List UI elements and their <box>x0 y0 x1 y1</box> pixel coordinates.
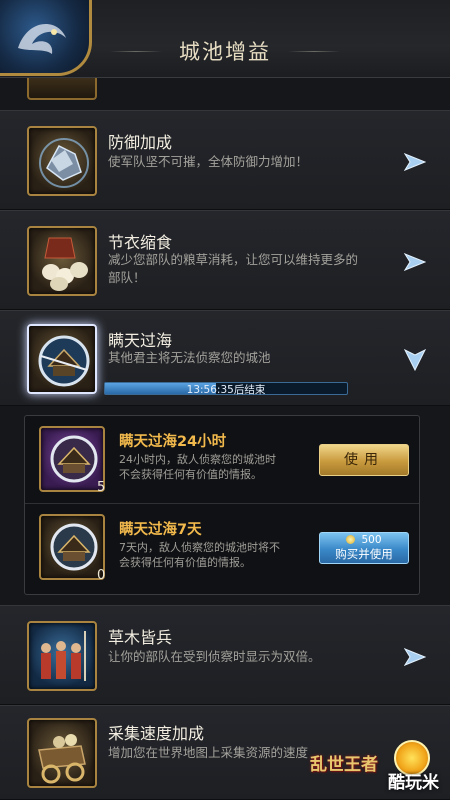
buff-title: 瞒天过海 <box>108 331 173 350</box>
watermark-logos: 乱世王者 酷玩米 <box>310 740 450 800</box>
buff-description: 使军队坚不可摧，全体防御力增加！ <box>108 154 309 169</box>
partial-icon-frame <box>27 78 97 100</box>
buff-description: 增加您在世界地图上采集资源的速度 <box>108 745 309 760</box>
item-count: 0 <box>97 568 106 583</box>
header-bar: 城池增益 <box>0 0 450 78</box>
food-icon <box>27 226 97 296</box>
buff-description: 让你的部队在受到侦察时显示为双倍。 <box>108 649 321 664</box>
site-logo: 酷玩米 <box>388 773 439 793</box>
timer-text: 13:56:35后结束 <box>186 384 266 396</box>
cart-icon <box>27 718 97 788</box>
item-count: 5 <box>97 480 106 495</box>
buff-title: 防御加成 <box>108 133 173 152</box>
shield-icon <box>27 126 97 196</box>
use-button[interactable]: 使用 <box>319 444 409 476</box>
item-description: 24小时内，敌人侦察您的城池时 不会获得任何有价值的情报。 <box>119 453 276 481</box>
buff-row-food[interactable]: 节衣缩食 减少您部队的粮草消耗，让您可以维持更多的 部队！ <box>0 210 450 310</box>
expand-arrow-icon[interactable] <box>404 153 426 171</box>
buff-description: 减少您部队的粮草消耗，让您可以维持更多的 部队！ <box>108 252 359 285</box>
expand-arrow-icon[interactable] <box>404 253 426 271</box>
price-label: 500 <box>320 534 408 547</box>
game-logo: 乱世王者 <box>310 755 378 775</box>
page-title: 城池增益 <box>179 40 271 64</box>
buff-title: 草木皆兵 <box>108 628 173 647</box>
buff-title: 节衣缩食 <box>108 233 173 252</box>
item-row-24h: 5 瞒天过海24小时 24小时内，敌人侦察您的城池时 不会获得任何有价值的情报。… <box>25 416 419 504</box>
buff-description: 其他君主将无法侦察您的城池 <box>108 350 271 365</box>
hidden-city-icon <box>27 324 97 394</box>
buff-title: 采集速度加成 <box>108 724 205 743</box>
item-panel: 5 瞒天过海24小时 24小时内，敌人侦察您的城池时 不会获得任何有价值的情报。… <box>24 415 420 595</box>
expand-arrow-icon[interactable] <box>404 648 426 666</box>
buff-row-soldiers[interactable]: 草木皆兵 让你的部队在受到侦察时显示为双倍。 <box>0 605 450 705</box>
item-row-7d: 0 瞒天过海7天 7天内，敌人侦察您的城池时将不 会获得任何有价值的情报。 50… <box>25 504 419 592</box>
header-divider-right <box>288 51 340 52</box>
hidden-city-scroll-icon <box>39 514 105 580</box>
item-title: 瞒天过海24小时 <box>119 434 227 450</box>
hidden-city-scroll-icon <box>39 426 105 492</box>
buff-timer-bar: 13:56:35后结束 <box>104 382 348 396</box>
item-description: 7天内，敌人侦察您的城池时将不 会获得任何有价值的情报。 <box>119 541 280 569</box>
soldiers-icon <box>27 621 97 691</box>
gold-coin-icon <box>346 535 356 544</box>
buy-and-use-button[interactable]: 500 购买并使用 <box>319 532 409 564</box>
collapse-arrow-icon[interactable] <box>404 349 426 371</box>
buff-row-defense[interactable]: 防御加成 使军队坚不可摧，全体防御力增加！ <box>0 110 450 210</box>
item-title: 瞒天过海7天 <box>119 522 202 538</box>
buy-button-label: 购买并使用 <box>335 547 393 561</box>
